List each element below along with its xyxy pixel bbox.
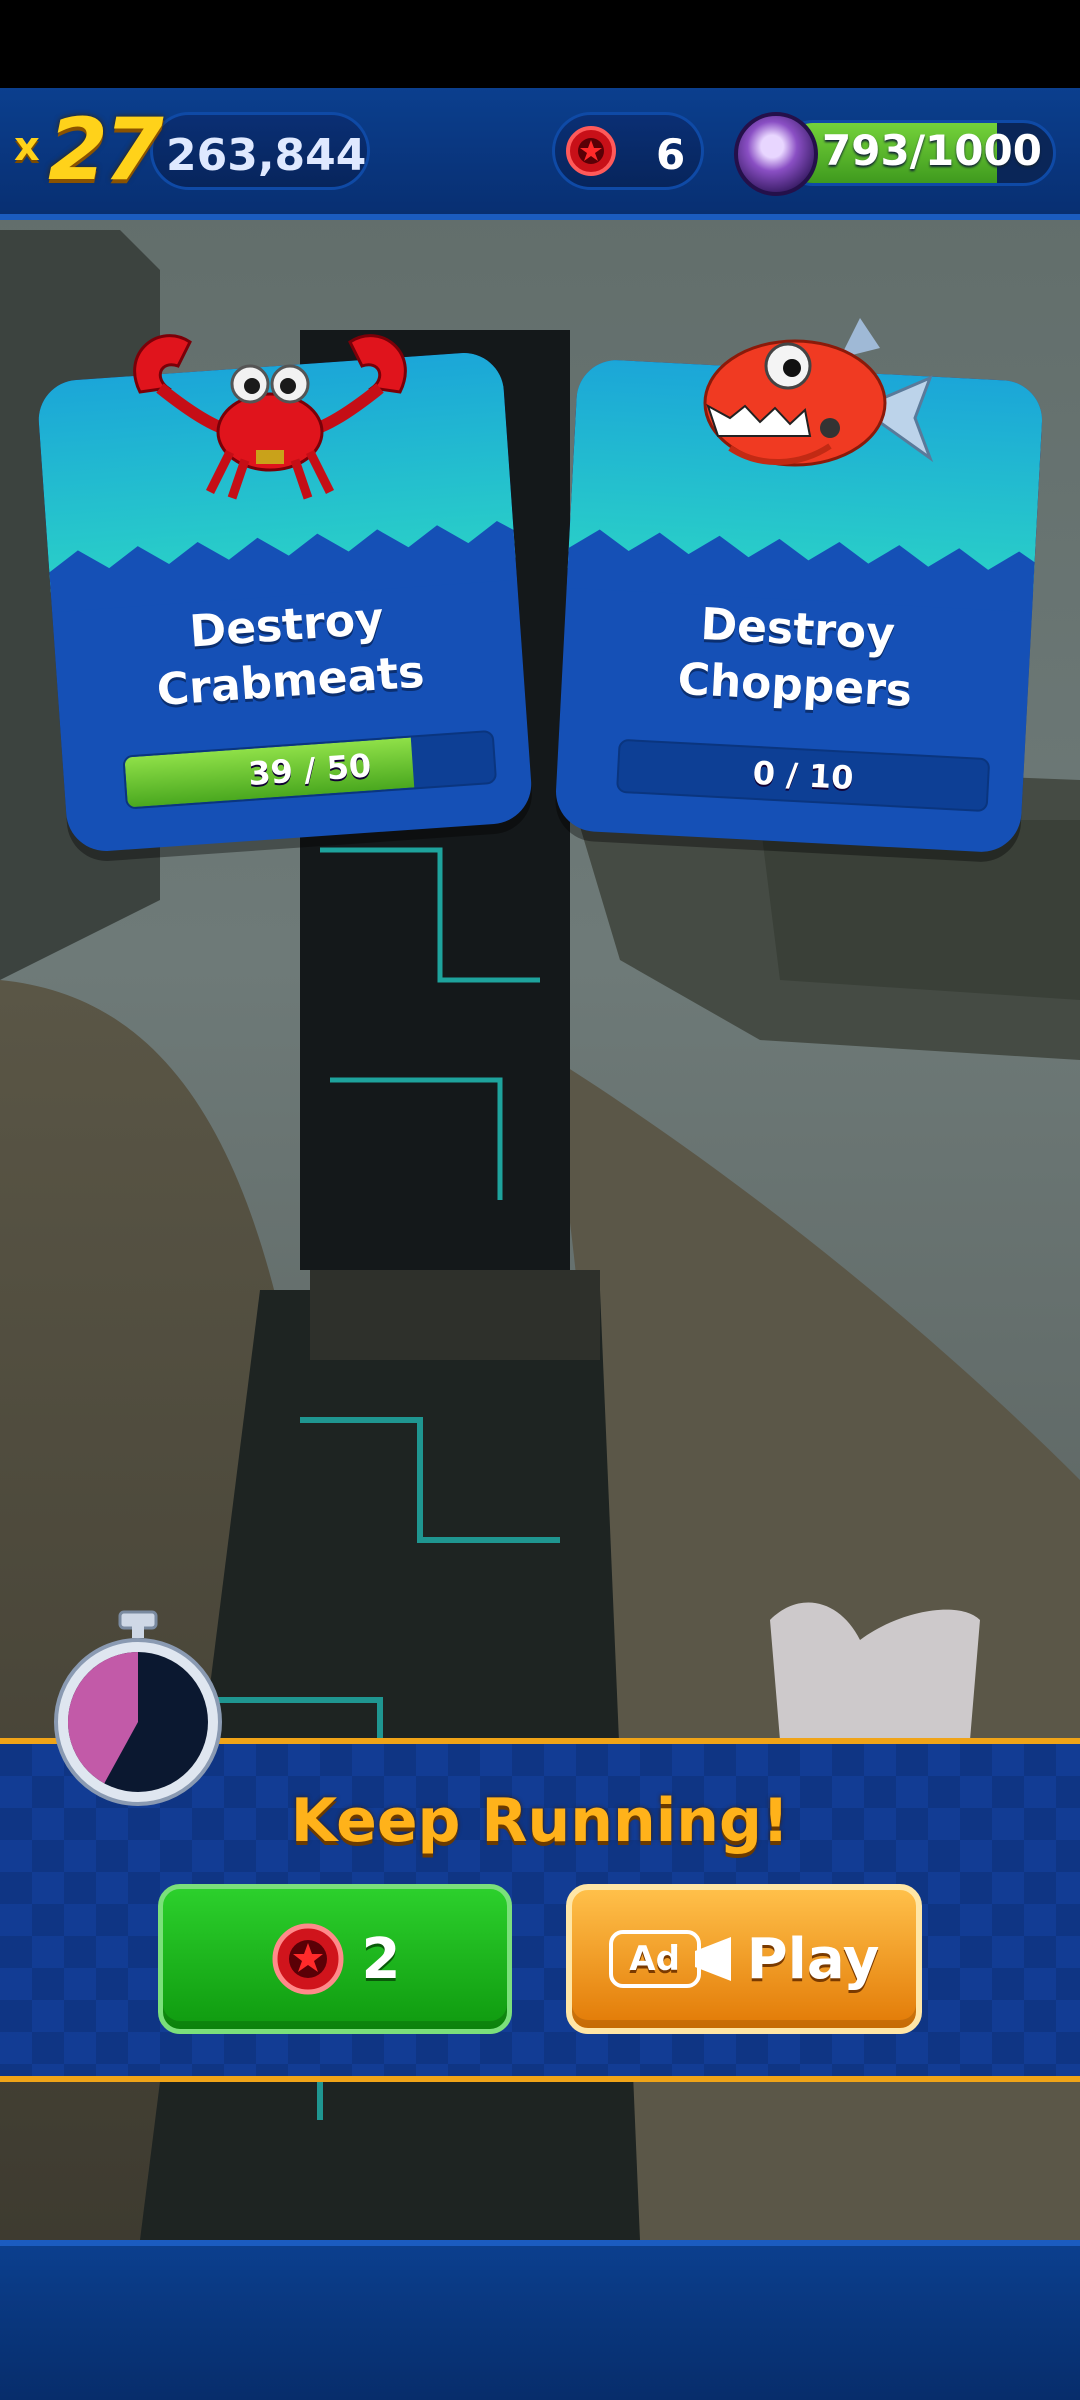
video-ad-icon: Ad <box>608 1930 701 1988</box>
game-screen: x 27 263,844 6 793/1000 Destroy Crabmeat… <box>0 0 1080 2400</box>
play-label: Play <box>746 1926 880 1992</box>
ad-label: Ad <box>629 1939 680 1979</box>
watch-ad-play-button[interactable]: Ad Play <box>566 1884 922 2034</box>
stopwatch-icon <box>54 1610 222 1806</box>
bottom-bar <box>0 2240 1080 2400</box>
red-ring-icon <box>272 1923 344 1995</box>
chopper-icon <box>703 318 934 467</box>
score-value: 263,844 <box>166 130 367 181</box>
score-multiplier: 27 <box>48 100 164 200</box>
mission-progress-bar: 39 / 50 <box>122 729 498 810</box>
crabmeat-icon <box>133 334 407 500</box>
mission-progress-text: 0 / 10 <box>751 753 855 798</box>
camera-icon <box>694 1937 731 1981</box>
multiplier-prefix: x <box>14 124 40 170</box>
status-bar <box>0 0 1080 88</box>
xp-text: 793/1000 <box>822 126 1042 175</box>
red-ring-icon <box>566 126 616 176</box>
continue-with-red-rings-button[interactable]: 2 <box>158 1884 512 2034</box>
red-ring-count: 6 <box>656 130 686 179</box>
character-avatar[interactable] <box>734 112 818 196</box>
mission-progress-bar: 0 / 10 <box>615 738 991 813</box>
rings-cost: 2 <box>361 1926 401 1992</box>
mission-title: Destroy Choppers <box>561 590 1032 726</box>
